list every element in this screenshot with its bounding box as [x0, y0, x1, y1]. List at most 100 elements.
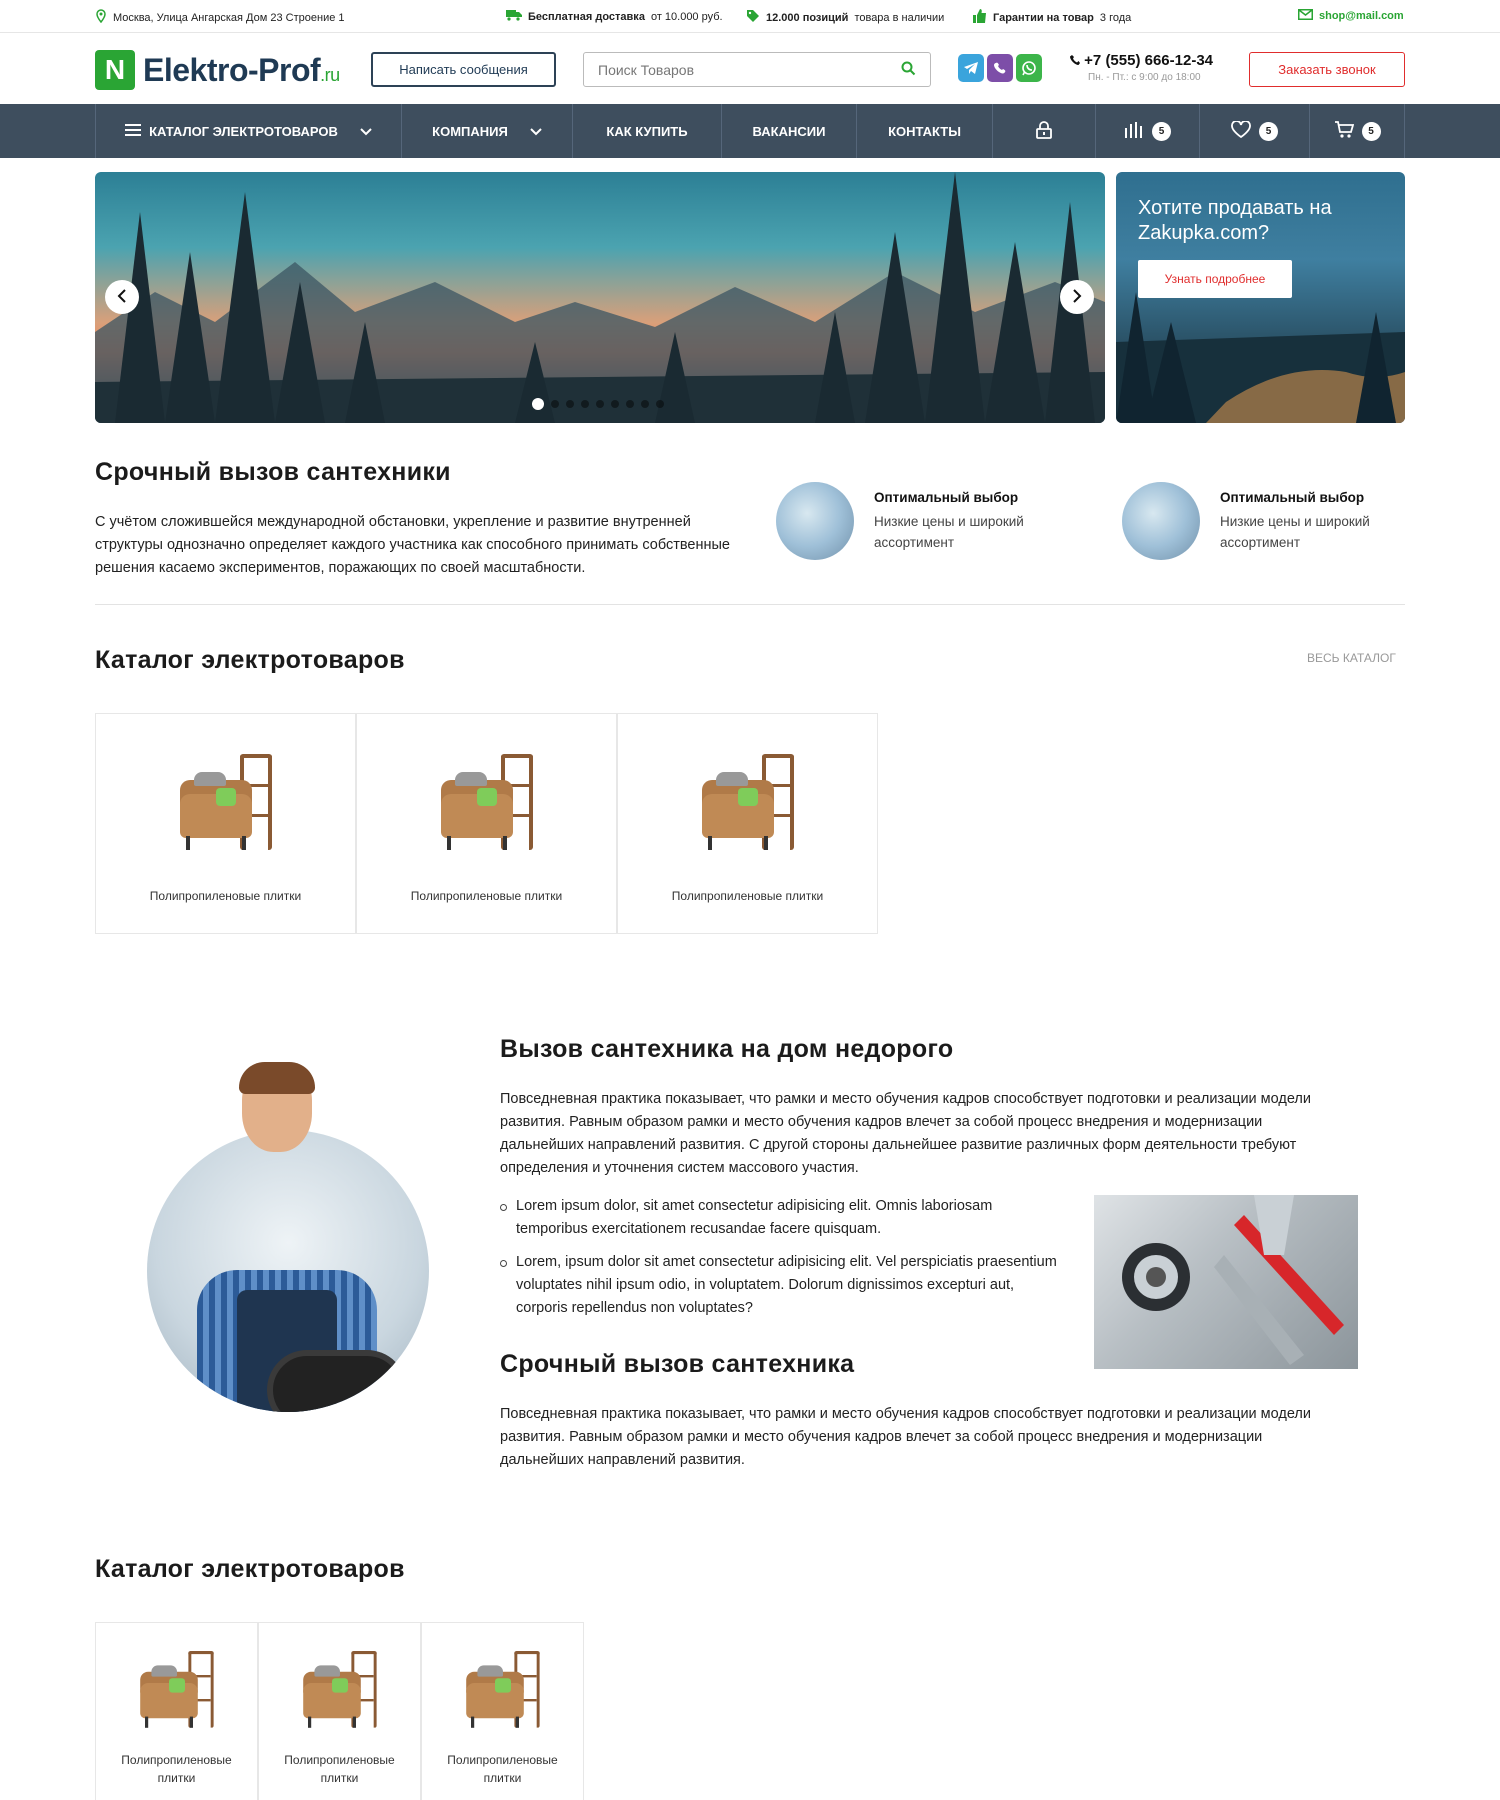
logo-mark: N: [95, 50, 135, 90]
feature-item: Оптимальный выбор Низкие цены и широкий …: [776, 482, 1076, 560]
nav-cart[interactable]: 5: [1310, 104, 1405, 158]
whatsapp-icon[interactable]: [1016, 54, 1042, 82]
slider-dot[interactable]: [532, 398, 544, 410]
product-image: [300, 1651, 380, 1731]
slider-dot[interactable]: [596, 400, 604, 408]
phone-number[interactable]: +7 (555) 666-12-34: [1084, 52, 1213, 69]
feature-item: Оптимальный выбор Низкие цены и широкий …: [1122, 482, 1422, 560]
worker-photo: [147, 1062, 429, 1412]
search-box[interactable]: Поиск Товаров: [583, 52, 931, 87]
product-image: [463, 1651, 543, 1731]
nav-item-how-to-buy[interactable]: КАК КУПИТЬ: [573, 104, 722, 158]
logo-suffix: .ru: [320, 64, 340, 85]
search-input[interactable]: Поиск Товаров: [598, 62, 694, 78]
divider: [95, 604, 1405, 605]
hero-slider[interactable]: [95, 172, 1105, 423]
product-name[interactable]: Полипропиленовые плитки: [618, 887, 877, 905]
list-item: Lorem ipsum dolor, sit amet consectetur …: [500, 1195, 1060, 1241]
nav-item-contacts[interactable]: КОНТАКТЫ: [857, 104, 993, 158]
side-banner[interactable]: Хотите продавать на Zakupka.com? Узнать …: [1116, 172, 1405, 423]
heart-icon: [1231, 120, 1251, 141]
chevron-right-icon: [1072, 287, 1082, 308]
guarantee-bold: Гарантии на товар: [993, 11, 1094, 24]
product-image: [137, 1651, 217, 1731]
slider-prev-button[interactable]: [105, 280, 139, 314]
delivery-rest: от 10.000 руб.: [650, 10, 723, 23]
delivery-info: Бесплатная доставка от 10.000 руб.: [506, 9, 723, 24]
delivery-bold: Бесплатная доставка: [528, 10, 645, 23]
favorites-count-badge: 5: [1259, 121, 1278, 141]
write-message-button[interactable]: Написать сообщения: [371, 52, 556, 87]
phone-hours: Пн. - Пт.: с 9:00 до 18:00: [1088, 72, 1201, 83]
product-image: [437, 754, 537, 854]
search-icon[interactable]: [901, 61, 916, 79]
catalog-card[interactable]: Полипропиленовые плитки: [258, 1622, 421, 1800]
email-link[interactable]: shop@mail.com: [1298, 9, 1404, 23]
catalog-card[interactable]: Полипропиленовые плитки: [421, 1622, 584, 1800]
feature-image: [776, 482, 854, 560]
main-nav: КАТАЛОГ ЭЛЕКТРОТОВАРОВ КОМПАНИЯ КАК КУПИ…: [0, 104, 1500, 158]
all-catalog-link[interactable]: ВЕСЬ КАТАЛОГ: [1307, 651, 1396, 665]
stock-info: 12.000 позиций товара в наличии: [746, 9, 944, 26]
nav-login[interactable]: [993, 104, 1096, 158]
catalog-card[interactable]: Полипропиленовые плитки: [95, 713, 356, 934]
nav-favorites[interactable]: 5: [1200, 104, 1310, 158]
feature-title: Оптимальный выбор: [874, 490, 1019, 505]
nav-item-label: КОНТАКТЫ: [888, 123, 961, 139]
hero-landscape-image: [95, 172, 1105, 423]
slider-dot[interactable]: [566, 400, 574, 408]
guarantee-rest: 3 года: [1099, 11, 1132, 24]
slider-dot[interactable]: [581, 400, 589, 408]
page: Москва, Улица Ангарская Дом 23 Строение …: [0, 0, 1500, 1800]
cart-count-badge: 5: [1361, 121, 1381, 141]
product-image: [176, 754, 276, 854]
nav-item-catalog[interactable]: КАТАЛОГ ЭЛЕКТРОТОВАРОВ: [96, 104, 402, 158]
list-item: Lorem, ipsum dolor sit amet consectetur …: [500, 1251, 1060, 1320]
slider-dot[interactable]: [626, 400, 634, 408]
viber-icon[interactable]: [987, 54, 1013, 82]
thumbs-up-icon: [973, 9, 987, 26]
address: Москва, Улица Ангарская Дом 23 Строение …: [95, 9, 345, 26]
product-name[interactable]: Полипропиленовые плитки: [259, 1751, 420, 1787]
feature-title: Оптимальный выбор: [1220, 490, 1365, 505]
tools-image: [1094, 1195, 1358, 1369]
catalog-title: Каталог электротоваров: [95, 646, 405, 674]
slider-dot[interactable]: [611, 400, 619, 408]
about-text-2: Повседневная практика показывает, что ра…: [500, 1406, 1311, 1468]
product-name[interactable]: Полипропиленовые плитки: [357, 887, 616, 905]
order-call-button[interactable]: Заказать звонок: [1249, 52, 1405, 87]
cart-icon: [1334, 120, 1354, 142]
guarantee-info: Гарантии на товар 3 года: [973, 9, 1131, 26]
slider-dot[interactable]: [656, 400, 664, 408]
catalog-card[interactable]: Полипропиленовые плитки: [356, 713, 617, 934]
phone-block[interactable]: +7 (555) 666-12-34: [1070, 52, 1213, 69]
nav-item-vacancies[interactable]: ВАКАНСИИ: [722, 104, 857, 158]
about-text: Повседневная практика показывает, что ра…: [500, 1091, 1311, 1176]
slider-next-button[interactable]: [1060, 280, 1094, 314]
nav-compare[interactable]: 5: [1096, 104, 1200, 158]
logo-main: Elektro-Prof: [143, 51, 321, 88]
slider-dots: [532, 398, 664, 410]
catalog-card[interactable]: Полипропиленовые плитки: [95, 1622, 258, 1800]
nav-item-company[interactable]: КОМПАНИЯ: [402, 104, 573, 158]
catalog-title-2: Каталог электротоваров: [95, 1555, 405, 1583]
telegram-icon[interactable]: [958, 54, 984, 82]
stock-bold: 12.000 позиций: [766, 11, 849, 24]
product-name[interactable]: Полипропиленовые плитки: [96, 887, 355, 905]
bar-chart-icon: [1124, 121, 1144, 141]
hamburger-icon: [125, 123, 142, 139]
product-name[interactable]: Полипропиленовые плитки: [96, 1751, 257, 1787]
slider-dot[interactable]: [551, 400, 559, 408]
product-name[interactable]: Полипропиленовые плитки: [422, 1751, 583, 1787]
slider-dot[interactable]: [641, 400, 649, 408]
about-bullets: Lorem ipsum dolor, sit amet consectetur …: [500, 1195, 1060, 1330]
learn-more-button[interactable]: Узнать подробнее: [1138, 260, 1292, 298]
logo[interactable]: N Elektro-Prof.ru: [95, 50, 340, 90]
mail-icon: [1298, 9, 1313, 23]
nav-item-label: КАТАЛОГ ЭЛЕКТРОТОВАРОВ: [149, 123, 338, 139]
info-text: С учётом сложившейся международной обста…: [95, 514, 730, 576]
email-text[interactable]: shop@mail.com: [1319, 10, 1404, 22]
nav-item-label: КОМПАНИЯ: [432, 123, 508, 139]
catalog-card[interactable]: Полипропиленовые плитки: [617, 713, 878, 934]
worker-photo-background: [147, 1130, 429, 1412]
